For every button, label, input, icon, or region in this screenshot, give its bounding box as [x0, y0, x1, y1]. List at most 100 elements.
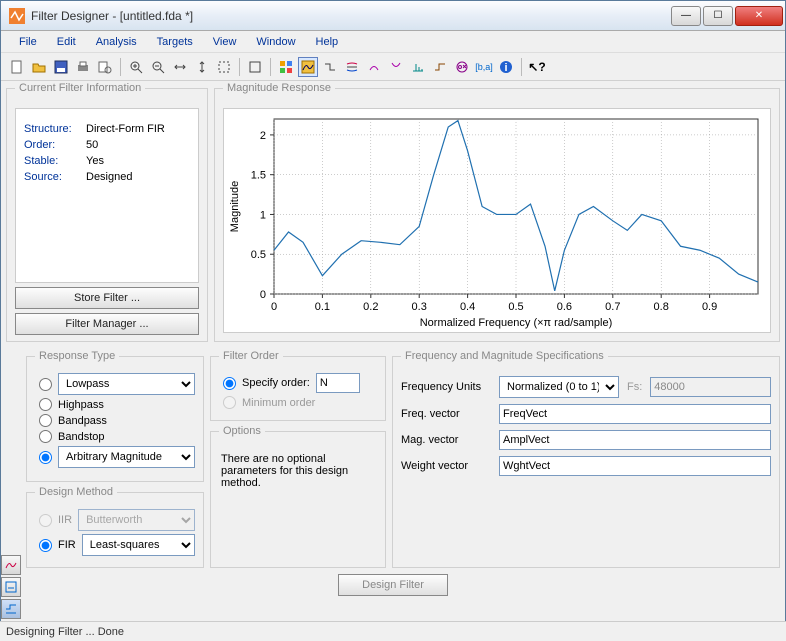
info-icon[interactable]: i: [496, 57, 516, 77]
menu-view[interactable]: View: [203, 34, 247, 50]
cfi-legend: Current Filter Information: [15, 82, 145, 94]
pole-zero-icon[interactable]: [452, 57, 472, 77]
svg-text:i: i: [504, 62, 507, 74]
phase-response-icon[interactable]: [320, 57, 340, 77]
freq-mag-spec-group: Frequency and Magnitude Specifications F…: [392, 350, 780, 568]
design-filter-button: Design Filter: [338, 574, 448, 596]
cfi-source-value: Designed: [86, 171, 132, 183]
weight-vector-field[interactable]: [499, 456, 771, 476]
arbitrary-radio[interactable]: [39, 451, 52, 464]
save-icon[interactable]: [51, 57, 71, 77]
mag-response-icon[interactable]: [298, 57, 318, 77]
zoom-out-icon[interactable]: [148, 57, 168, 77]
coefficients-icon[interactable]: [b,a]: [474, 57, 494, 77]
close-button[interactable]: ✕: [735, 6, 783, 26]
zoom-x-icon[interactable]: [170, 57, 190, 77]
menu-edit[interactable]: Edit: [47, 34, 86, 50]
mag-phase-icon[interactable]: [342, 57, 362, 77]
lowpass-select[interactable]: Lowpass: [58, 373, 195, 395]
full-view-icon[interactable]: [214, 57, 234, 77]
print-preview-icon[interactable]: [95, 57, 115, 77]
freq-vector-label: Freq. vector: [401, 408, 491, 420]
freq-units-label: Frequency Units: [401, 381, 491, 393]
highpass-radio[interactable]: [39, 398, 52, 411]
current-filter-info-group: Current Filter Information Structure:Dir…: [6, 82, 208, 342]
svg-text:1: 1: [260, 209, 266, 221]
svg-text:0.6: 0.6: [557, 301, 572, 313]
freq-vector-field[interactable]: [499, 404, 771, 424]
svg-text:0.3: 0.3: [412, 301, 427, 313]
svg-text:0.5: 0.5: [508, 301, 523, 313]
minimum-order-radio: [223, 396, 236, 409]
minimize-button[interactable]: —: [671, 6, 701, 26]
cfi-order-value: 50: [86, 139, 98, 151]
freq-units-select[interactable]: Normalized (0 to 1): [499, 376, 619, 398]
response-type-group: Response Type Lowpass Highpass Bandpass …: [26, 350, 204, 482]
svg-text:0.4: 0.4: [460, 301, 475, 313]
minimum-order-label: Minimum order: [242, 397, 315, 409]
iir-label: IIR: [58, 514, 72, 526]
svg-text:0: 0: [260, 289, 266, 301]
filter-manager-button[interactable]: Filter Manager ...: [15, 313, 199, 335]
fs-field: [650, 377, 771, 397]
specify-order-label: Specify order:: [242, 377, 310, 389]
svg-text:0.7: 0.7: [605, 301, 620, 313]
lowpass-radio[interactable]: [39, 378, 52, 391]
highpass-label: Highpass: [58, 399, 104, 411]
arbitrary-select[interactable]: Arbitrary Magnitude: [58, 446, 195, 468]
options-text: There are no optional parameters for thi…: [219, 445, 377, 497]
response-type-legend: Response Type: [35, 350, 119, 362]
side-tab-2[interactable]: [1, 577, 21, 597]
side-tab-1[interactable]: [1, 555, 21, 575]
store-filter-button[interactable]: Store Filter ...: [15, 287, 199, 309]
help-icon[interactable]: ↖?: [527, 57, 547, 77]
step-response-icon[interactable]: [430, 57, 450, 77]
filter-order-group: Filter Order Specify order: Minimum orde…: [210, 350, 386, 421]
iir-radio: [39, 514, 52, 527]
cfi-structure-value: Direct-Form FIR: [86, 123, 165, 135]
cfi-stable-label: Stable:: [24, 155, 86, 167]
mag-vector-field[interactable]: [499, 430, 771, 450]
zoom-in-icon[interactable]: [126, 57, 146, 77]
mag-vector-label: Mag. vector: [401, 434, 491, 446]
menu-file[interactable]: File: [9, 34, 47, 50]
design-method-group: Design Method IIRButterworth FIRLeast-sq…: [26, 486, 204, 568]
filter-order-legend: Filter Order: [219, 350, 283, 362]
filter-specs-icon[interactable]: [245, 57, 265, 77]
specify-order-field[interactable]: [316, 373, 360, 393]
specify-order-radio[interactable]: [223, 377, 236, 390]
bandpass-radio[interactable]: [39, 414, 52, 427]
svg-text:1.5: 1.5: [251, 170, 266, 182]
menu-targets[interactable]: Targets: [147, 34, 203, 50]
fir-radio[interactable]: [39, 539, 52, 552]
phase-delay-icon[interactable]: [386, 57, 406, 77]
new-icon[interactable]: [7, 57, 27, 77]
zoom-y-icon[interactable]: [192, 57, 212, 77]
svg-text:0.5: 0.5: [251, 249, 266, 261]
iir-select: Butterworth: [78, 509, 195, 531]
open-icon[interactable]: [29, 57, 49, 77]
print-icon[interactable]: [73, 57, 93, 77]
options-group: Options There are no optional parameters…: [210, 425, 386, 568]
side-tab-3[interactable]: [1, 599, 21, 619]
menubar: File Edit Analysis Targets View Window H…: [1, 31, 785, 53]
svg-text:2: 2: [260, 130, 266, 142]
fir-select[interactable]: Least-squares: [82, 534, 195, 556]
bandstop-radio[interactable]: [39, 430, 52, 443]
freq-spec-legend: Frequency and Magnitude Specifications: [401, 350, 608, 362]
options-legend: Options: [219, 425, 265, 437]
maximize-button[interactable]: ☐: [703, 6, 733, 26]
design-method-legend: Design Method: [35, 486, 117, 498]
magnitude-response-chart[interactable]: 00.10.20.30.40.50.60.70.80.900.511.52Nor…: [223, 108, 771, 333]
svg-text:0: 0: [271, 301, 277, 313]
impulse-response-icon[interactable]: [408, 57, 428, 77]
status-text: Designing Filter ... Done: [6, 626, 124, 638]
menu-window[interactable]: Window: [246, 34, 305, 50]
cfi-stable-value: Yes: [86, 155, 104, 167]
full-spec-icon[interactable]: [276, 57, 296, 77]
weight-vector-label: Weight vector: [401, 460, 491, 472]
menu-help[interactable]: Help: [306, 34, 349, 50]
bandstop-label: Bandstop: [58, 431, 104, 443]
menu-analysis[interactable]: Analysis: [86, 34, 147, 50]
group-delay-icon[interactable]: [364, 57, 384, 77]
